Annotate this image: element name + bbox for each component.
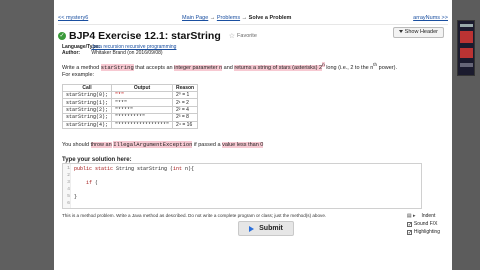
- desc-text: and: [223, 64, 233, 71]
- play-icon: [249, 225, 255, 232]
- table-row: starString(1); "**" 2¹ = 2: [61, 98, 199, 107]
- exception-text: You should: [62, 142, 90, 148]
- reason-cell: 2² = 4: [172, 105, 199, 115]
- indent-button[interactable]: ▤ ▸ Indent: [407, 212, 440, 220]
- method-name: starString: [100, 63, 134, 71]
- examples-table: Call Output Reason starString(0); "*" 2⁰…: [61, 84, 199, 129]
- breadcrumb-main-page[interactable]: Main Page: [182, 15, 208, 21]
- output-cell: "**": [111, 98, 174, 107]
- desc-superscript: th: [373, 62, 378, 67]
- exception-highlight: value less than 0: [222, 142, 264, 148]
- line-number: 6: [67, 201, 70, 206]
- desc-highlight: returns a string of stars (asterisks) 2: [234, 64, 323, 71]
- author-value: Whitaker Brand (on 2016/09/08): [91, 50, 163, 56]
- table-row: starString(2); "****" 2² = 4: [61, 105, 199, 115]
- author-label: Author:: [62, 50, 81, 56]
- page-content: << mystery6 Main Page → Problems → Solve…: [54, 0, 452, 270]
- output-cell: "****************": [111, 120, 174, 129]
- breadcrumb-problems[interactable]: Problems: [217, 15, 240, 21]
- table-row: starString(4); "****************" 2⁴ = 1…: [61, 120, 199, 129]
- highlighting-label: Highlighting: [413, 229, 440, 235]
- line-number: 5: [67, 194, 70, 199]
- show-header-button[interactable]: Show Header: [392, 27, 444, 38]
- indent-icon: ▤ ▸: [406, 213, 416, 219]
- output-cell: "********": [111, 113, 174, 122]
- right-letterbox: [452, 0, 480, 270]
- call-cell: starString(3);: [61, 113, 113, 122]
- sound-fx-checkbox[interactable]: Sound F/X: [406, 220, 440, 229]
- exception-class: IllegalArgumentException: [113, 141, 193, 148]
- highlighting-checkbox[interactable]: Highlighting: [406, 228, 440, 237]
- line-number: 2: [67, 173, 70, 178]
- exception-text: if passed a: [193, 142, 221, 148]
- show-header-label: Show Header: [404, 29, 438, 35]
- table-header: Output: [111, 84, 174, 92]
- page-title: BJP4 Exercise 12.1: starString: [69, 30, 221, 42]
- problem-description: Write a method starString that accepts a…: [62, 61, 398, 80]
- exception-highlight: throw an: [90, 142, 112, 148]
- call-cell: starString(4);: [61, 120, 113, 129]
- table-header: Call: [61, 84, 113, 92]
- line-number: 3: [67, 180, 70, 185]
- exception-note: You should throw an IllegalArgumentExcep…: [62, 141, 264, 148]
- output-cell: "*": [111, 90, 174, 100]
- title-row: ✓ BJP4 Exercise 12.1: starString ☆ Favor…: [58, 30, 257, 42]
- problem-meta: Language/Type: Java recursion recursive …: [62, 44, 176, 56]
- breadcrumb-current: Solve a Problem: [248, 15, 292, 21]
- table-row: starString(3); "********" 2³ = 8: [61, 113, 199, 122]
- favorite-label: Favorite: [237, 33, 257, 39]
- chevron-down-icon: [398, 30, 403, 34]
- code-editor[interactable]: 1 public static String starString (int n…: [62, 163, 422, 209]
- sound-fx-label: Sound F/X: [413, 221, 438, 227]
- submit-label: Submit: [259, 225, 283, 232]
- desc-text: Write a method: [62, 64, 100, 71]
- desc-text: that accepts an: [135, 64, 173, 71]
- code-line[interactable]: }: [74, 194, 77, 200]
- star-icon: ☆: [228, 33, 236, 40]
- line-number: 1: [67, 166, 70, 171]
- breadcrumb: Main Page → Problems → Solve a Problem: [182, 15, 292, 21]
- method-problem-note: This is a method problem. Write a Java m…: [62, 213, 327, 218]
- submit-button[interactable]: Submit: [238, 221, 294, 236]
- reason-cell: 2¹ = 2: [172, 98, 199, 107]
- editor-options: ▤ ▸ Indent Sound F/X Highlighting: [406, 212, 440, 237]
- favorite-toggle[interactable]: ☆ Favorite: [229, 32, 257, 40]
- indent-label: Indent: [421, 213, 436, 219]
- call-cell: starString(2);: [61, 105, 113, 115]
- call-cell: starString(0);: [61, 90, 113, 100]
- prev-problem-link[interactable]: << mystery6: [58, 15, 88, 21]
- desc-highlight: integer parameter n: [174, 64, 223, 71]
- checkbox-icon: [406, 229, 412, 237]
- left-letterbox: [0, 0, 54, 270]
- reason-cell: 2⁴ = 16: [172, 120, 199, 129]
- call-cell: starString(1);: [61, 98, 113, 107]
- checkbox-icon: [406, 221, 412, 229]
- code-line[interactable]: public static String starString (int n){: [74, 166, 194, 172]
- check-icon: ✓: [58, 32, 66, 40]
- table-row: starString(0); "*" 2⁰ = 1: [61, 90, 199, 100]
- line-number: 4: [67, 187, 70, 192]
- webcam-thumbnail: [457, 20, 475, 76]
- code-line[interactable]: if (: [74, 180, 98, 186]
- next-problem-link[interactable]: arrayNums >>: [413, 15, 448, 21]
- reason-cell: 2³ = 8: [172, 113, 199, 122]
- divider: [58, 24, 448, 25]
- table-header: Reason: [172, 84, 199, 92]
- reason-cell: 2⁰ = 1: [172, 90, 199, 100]
- top-nav: << mystery6 Main Page → Problems → Solve…: [58, 15, 448, 24]
- desc-text: long (i.e., 2 to the n: [326, 64, 374, 71]
- output-cell: "****": [111, 105, 174, 115]
- desc-superscript: n: [322, 62, 325, 67]
